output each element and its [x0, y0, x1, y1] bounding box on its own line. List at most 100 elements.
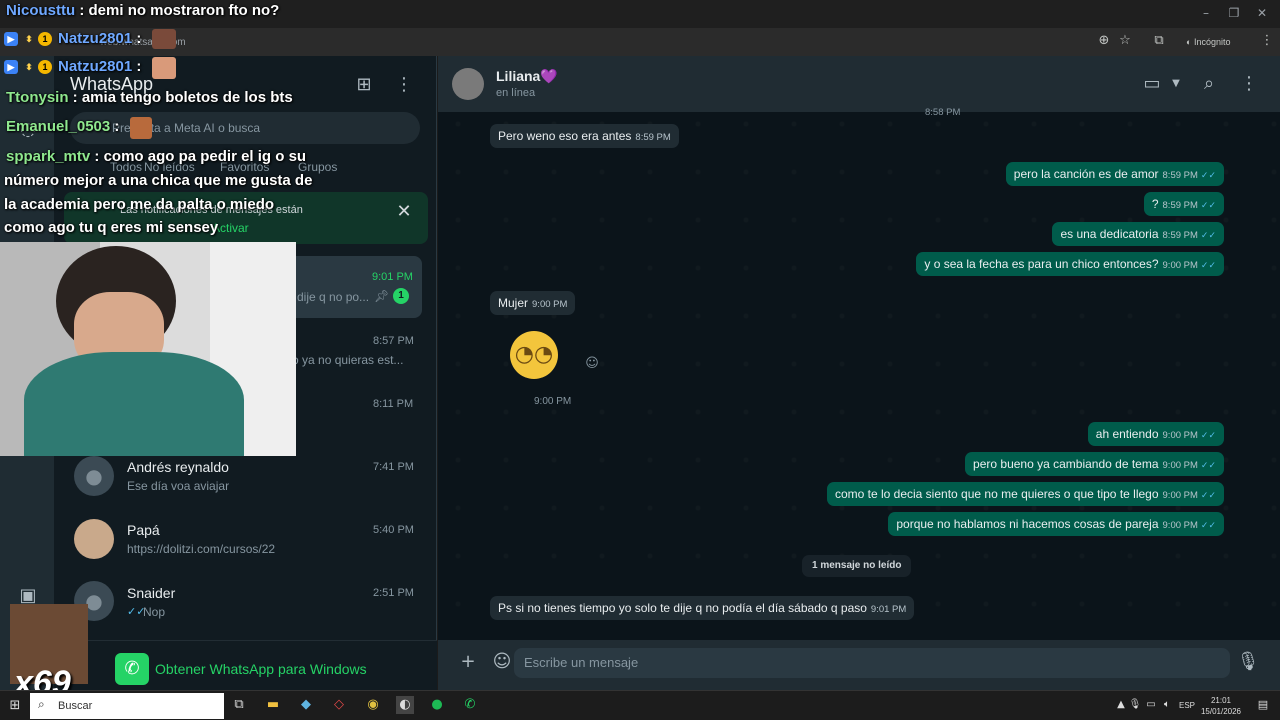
incoming-message[interactable]: Mujer 9:00 PM: [490, 291, 576, 315]
chevron-down-icon[interactable]: ▼: [1164, 72, 1188, 96]
outgoing-message[interactable]: pero la canción es de amor 8:59 PM ✓✓: [1005, 162, 1224, 186]
video-call-icon[interactable]: ▭: [1140, 72, 1164, 96]
chat-preview: Ese día voa aviajar: [127, 479, 230, 493]
get-app-link[interactable]: Obtener WhatsApp para Windows: [155, 661, 367, 677]
chat-name: Andrés reynaldo: [127, 459, 229, 475]
incoming-message[interactable]: Pero weno eso era antes 8:59 PM: [490, 124, 679, 148]
message-time: 8:59 PM: [1162, 170, 1198, 181]
emote-icon: [152, 29, 176, 49]
prime-badge-icon: ▶: [4, 32, 18, 46]
stream-chat-line: número mejor a una chica que me gusta de: [4, 172, 313, 189]
incoming-message[interactable]: Ps si no tienes tiempo yo solo te dije q…: [490, 596, 915, 620]
bits-badge-icon: ⬍: [25, 34, 33, 44]
eye-roll-emoji-icon[interactable]: ◔◔: [510, 331, 558, 379]
message-time: 9:00 PM: [532, 299, 568, 310]
message-text: ah entiendo: [1095, 427, 1159, 441]
read-ticks-icon: ✓✓: [1200, 431, 1216, 441]
outgoing-message[interactable]: es una dedicatoria 8:59 PM ✓✓: [1052, 222, 1224, 246]
chat-time: 8:57 PM: [373, 335, 414, 347]
message-time: 9:00 PM: [1162, 460, 1198, 471]
taskbar-search[interactable]: Buscar: [30, 693, 224, 719]
conversation-panel: [438, 56, 1280, 690]
windows-start-icon[interactable]: ⊞: [6, 697, 24, 715]
bookmark-star-icon[interactable]: ☆: [1116, 33, 1134, 51]
stream-chat-line: Natzu2801 :: [58, 30, 142, 47]
whatsapp-taskbar-icon[interactable]: ✆: [461, 696, 479, 714]
message-text: Mujer: [498, 296, 529, 310]
message-time: 8:58 PM: [925, 107, 961, 118]
outgoing-message[interactable]: porque no hablamos ni hacemos cosas de p…: [888, 512, 1224, 536]
address-bar[interactable]: [0, 28, 1280, 56]
message-input-placeholder: Escribe un mensaje: [524, 655, 639, 670]
outgoing-message[interactable]: ? 8:59 PM ✓✓: [1143, 192, 1224, 216]
stream-chat-line: Emanuel_0503 :: [6, 118, 120, 135]
message-text: pero la canción es de amor: [1013, 167, 1159, 181]
notifications-icon[interactable]: ▤: [1254, 696, 1272, 714]
incognito-indicator[interactable]: ◐ Incógnito: [1186, 33, 1248, 51]
message-text: y o sea la fecha es para un chico entonc…: [924, 257, 1159, 271]
stream-chat-user: Natzu2801: [58, 30, 133, 47]
search-icon[interactable]: ⌕: [1197, 72, 1221, 96]
stream-chat-user: sppark_mtv: [6, 148, 91, 165]
stream-chat-user: Ttonysin: [6, 89, 69, 106]
contact-avatar[interactable]: [452, 68, 484, 100]
minimize-icon[interactable]: –: [1196, 6, 1216, 22]
read-ticks-icon: ✓✓: [1200, 461, 1216, 471]
clock-date: 15/01/2026: [1200, 707, 1242, 716]
message-text: Pero weno eso era antes: [498, 129, 632, 143]
stream-chat-user: Emanuel_0503: [6, 118, 111, 135]
prime-badge-icon: ▶: [4, 60, 18, 74]
sub-badge-icon: 1: [38, 32, 52, 46]
message-text: es una dedicatoria: [1060, 227, 1159, 241]
menu-icon[interactable]: ⋮: [392, 73, 416, 97]
outgoing-message[interactable]: y o sea la fecha es para un chico entonc…: [916, 252, 1224, 276]
react-emoji-icon[interactable]: ☺: [584, 356, 600, 372]
outgoing-message[interactable]: pero bueno ya cambiando de tema 9:00 PM ✓✓: [965, 452, 1224, 476]
spotify-icon[interactable]: ●: [428, 696, 446, 714]
outgoing-message[interactable]: ah entiendo 9:00 PM ✓✓: [1087, 422, 1224, 446]
read-ticks-icon: ✓✓: [1200, 231, 1216, 241]
close-window-icon[interactable]: ✕: [1252, 6, 1272, 22]
message-text: pero bueno ya cambiando de tema: [973, 457, 1159, 471]
app-icon[interactable]: ◆: [297, 696, 315, 714]
close-icon[interactable]: ✕: [393, 200, 415, 222]
stream-chat-user: Natzu2801: [58, 58, 133, 75]
chat-time: 9:01 PM: [372, 271, 413, 283]
outgoing-message[interactable]: como te lo decia siento que no me quiere…: [826, 482, 1224, 506]
webcam-overlay: [0, 242, 296, 456]
emoji-icon[interactable]: ☺: [490, 650, 514, 674]
system-clock[interactable]: 21:01 15/01/2026: [1198, 695, 1244, 717]
chrome-incognito-icon[interactable]: ◐: [396, 696, 414, 714]
message-text: Ps si no tienes tiempo yo solo te dije q…: [498, 601, 867, 615]
avatar: [74, 519, 114, 559]
read-ticks-icon: ✓✓: [1200, 261, 1216, 271]
chat-time: 2:51 PM: [373, 587, 414, 599]
message-time: 9:00 PM: [1162, 430, 1198, 441]
chrome-icon[interactable]: ◉: [364, 696, 382, 714]
extensions-icon[interactable]: ⧉: [1150, 33, 1168, 51]
zoom-icon[interactable]: ⊕: [1095, 33, 1113, 51]
chat-preview: dije q no po...: [297, 290, 370, 304]
clock-time: 21:01: [1210, 696, 1232, 705]
browser-menu-icon[interactable]: ⋮: [1258, 33, 1276, 51]
stream-chat-line: Natzu2801 :: [58, 58, 142, 75]
incognito-icon: ◐: [1186, 37, 1194, 47]
chat-name: Snaider: [127, 585, 176, 601]
chat-preview: o ya no quieras est...: [292, 353, 404, 367]
file-explorer-icon[interactable]: ▬: [264, 696, 282, 714]
chat-menu-icon[interactable]: ⋮: [1237, 72, 1261, 96]
bits-badge-icon: ⬍: [25, 62, 33, 72]
task-view-icon[interactable]: ⧉: [230, 696, 248, 714]
message-time: 8:59 PM: [635, 132, 671, 143]
message-text: como te lo decia siento que no me quiere…: [834, 487, 1159, 501]
new-chat-icon[interactable]: ⊞: [352, 73, 376, 97]
contact-name[interactable]: Liliana💜: [496, 68, 558, 85]
read-ticks-icon: ✓✓: [1200, 171, 1216, 181]
attach-plus-icon[interactable]: +: [456, 650, 480, 674]
maximize-icon[interactable]: ❐: [1224, 6, 1244, 22]
stream-chat-line: la academia pero me da palta o miedo: [4, 196, 275, 213]
volume-icon[interactable]: 🔈︎: [1158, 696, 1176, 714]
language-indicator[interactable]: ESP: [1179, 701, 1195, 710]
app-icon[interactable]: ◇: [330, 696, 348, 714]
microphone-icon[interactable]: 🎙︎: [1236, 650, 1260, 674]
